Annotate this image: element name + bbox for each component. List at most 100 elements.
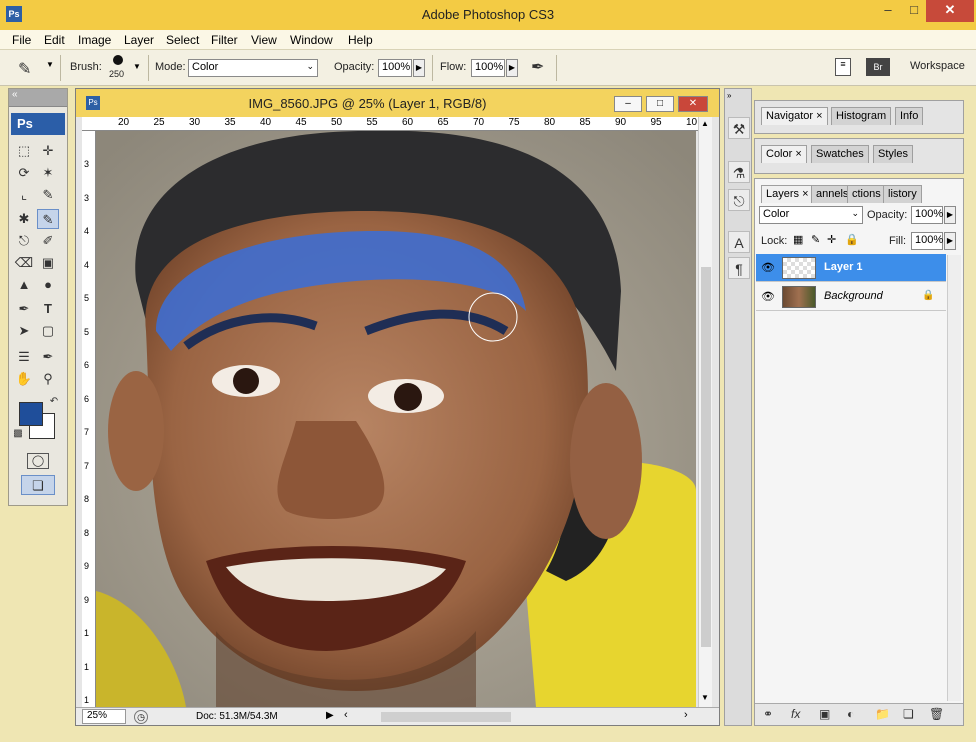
eyedropper-tool-icon[interactable]: ✒	[37, 347, 59, 367]
delete-layer-icon[interactable]: 🗑	[929, 707, 944, 721]
brushes-icon[interactable]: ⚗	[728, 161, 750, 183]
layer-name[interactable]: Background	[824, 290, 883, 302]
document-title-bar[interactable]: Ps IMG_8560.JPG @ 25% (Layer 1, RGB/8) –…	[76, 89, 719, 117]
notes-tool-icon[interactable]: ☰	[13, 347, 35, 367]
new-group-icon[interactable]: 📁	[875, 707, 890, 721]
vertical-scrollbar[interactable]: ▲ ▼	[698, 117, 712, 707]
screen-mode-icon[interactable]: ❏	[21, 475, 55, 495]
layer-row-layer-1[interactable]: 👁 Layer 1	[756, 254, 946, 282]
menu-help[interactable]: Help	[348, 33, 373, 47]
eraser-tool-icon[interactable]: ⌫	[13, 253, 35, 273]
clone-source-icon[interactable]: ⎋	[728, 189, 750, 211]
tab-color[interactable]: Color ×	[761, 145, 807, 163]
menu-edit[interactable]: Edit	[44, 33, 65, 47]
status-clock-icon[interactable]: ◷	[134, 710, 148, 724]
tab-actions[interactable]: ctions	[847, 185, 886, 203]
lock-position-icon[interactable]: ✛	[827, 233, 836, 246]
flow-input[interactable]: 100%	[471, 59, 505, 77]
scroll-left-icon[interactable]: ‹	[344, 709, 348, 721]
character-icon[interactable]: A	[728, 231, 750, 253]
status-menu-arrow-icon[interactable]: ▶	[326, 710, 334, 721]
lock-image-icon[interactable]: ✎	[811, 233, 820, 246]
brush-picker-arrow-icon[interactable]: ▼	[133, 62, 141, 71]
workspace-button[interactable]: Workspace	[910, 60, 965, 72]
mode-select[interactable]: Color ⌄	[188, 59, 318, 77]
visibility-eye-icon[interactable]: 👁	[759, 288, 777, 306]
crop-tool-icon[interactable]: ⌞	[13, 185, 35, 205]
layer-mask-icon[interactable]: ▣	[819, 707, 830, 721]
layers-scrollbar[interactable]	[947, 255, 961, 701]
image-canvas[interactable]	[96, 131, 696, 707]
scroll-right-icon[interactable]: ›	[684, 709, 688, 721]
slice-tool-icon[interactable]: ✎	[37, 185, 59, 205]
menu-file[interactable]: File	[12, 33, 31, 47]
zoom-level-input[interactable]: 25%	[82, 709, 126, 724]
blend-mode-select[interactable]: Color ⌄	[759, 206, 863, 224]
preset-picker-arrow-icon[interactable]: ▼	[46, 60, 54, 69]
airbrush-icon[interactable]: ✒	[531, 57, 544, 77]
document-close-button[interactable]: ✕	[678, 96, 708, 112]
maximize-button[interactable]: □	[902, 0, 926, 22]
default-colors-icon[interactable]: ▩	[11, 427, 25, 441]
zoom-tool-icon[interactable]: ⚲	[37, 369, 59, 389]
brush-tool-icon[interactable]: ✎	[37, 209, 59, 229]
menu-window[interactable]: Window	[290, 33, 333, 47]
opacity-input[interactable]: 100%	[378, 59, 412, 77]
scroll-down-icon[interactable]: ▼	[701, 693, 709, 702]
foreground-color-swatch[interactable]	[19, 402, 43, 426]
palette-well-icon[interactable]: ≡	[835, 58, 851, 76]
toolbox-header[interactable]: «	[9, 89, 67, 107]
tab-styles[interactable]: Styles	[873, 145, 913, 163]
marquee-tool-icon[interactable]: ⬚	[13, 141, 35, 161]
brush-tool-preset-icon[interactable]: ✎	[18, 59, 31, 79]
horizontal-scroll-thumb[interactable]	[381, 712, 511, 722]
layer-opacity-arrow-icon[interactable]: ▶	[944, 206, 956, 224]
swap-colors-icon[interactable]: ↶	[47, 395, 61, 409]
layer-opacity-input[interactable]: 100%	[911, 206, 943, 224]
fill-arrow-icon[interactable]: ▶	[944, 232, 956, 250]
close-button[interactable]: ✕	[926, 0, 974, 22]
tab-swatches[interactable]: Swatches	[811, 145, 869, 163]
brush-tip-icon[interactable]	[113, 55, 123, 65]
fill-input[interactable]: 100%	[911, 232, 943, 250]
path-selection-tool-icon[interactable]: ➤	[13, 321, 35, 341]
tab-histogram[interactable]: Histogram	[831, 107, 892, 125]
lock-all-icon[interactable]: 🔒	[845, 233, 859, 246]
paragraph-icon[interactable]: ¶	[728, 257, 750, 279]
menu-select[interactable]: Select	[166, 33, 199, 47]
bridge-icon[interactable]: Br	[866, 58, 890, 76]
menu-view[interactable]: View	[251, 33, 277, 47]
tab-info[interactable]: Info	[895, 107, 924, 125]
lock-transparent-icon[interactable]: ▦	[793, 233, 803, 246]
blur-tool-icon[interactable]: ▲	[13, 275, 35, 295]
gradient-tool-icon[interactable]: ▣	[37, 253, 59, 273]
clone-stamp-tool-icon[interactable]: ⎋	[13, 231, 35, 251]
tab-history[interactable]: listory	[883, 185, 922, 203]
history-brush-tool-icon[interactable]: ✐	[37, 231, 59, 251]
link-layers-icon[interactable]: ⚭	[763, 707, 773, 721]
move-tool-icon[interactable]: ✛	[37, 141, 59, 161]
type-tool-icon[interactable]: T	[37, 299, 59, 319]
scroll-up-icon[interactable]: ▲	[701, 119, 709, 128]
pen-tool-icon[interactable]: ✒	[13, 299, 35, 319]
document-minimize-button[interactable]: –	[614, 96, 642, 112]
menu-image[interactable]: Image	[78, 33, 111, 47]
hand-tool-icon[interactable]: ✋	[13, 369, 35, 389]
menu-filter[interactable]: Filter	[211, 33, 238, 47]
vertical-scroll-thumb[interactable]	[701, 267, 711, 647]
dodge-tool-icon[interactable]: ●	[37, 275, 59, 295]
layer-style-icon[interactable]: fx	[791, 707, 800, 721]
tool-presets-icon[interactable]: ⚒	[728, 117, 750, 139]
healing-brush-tool-icon[interactable]: ✱	[13, 209, 35, 229]
quick-mask-icon[interactable]: ◯	[27, 453, 49, 469]
new-layer-icon[interactable]: ❏	[903, 707, 914, 721]
tab-navigator[interactable]: Navigator ×	[761, 107, 828, 125]
tab-layers[interactable]: Layers ×	[761, 185, 814, 203]
layer-row-background[interactable]: 👁 Background 🔒	[756, 283, 946, 311]
layer-name[interactable]: Layer 1	[824, 261, 863, 273]
flow-slider-arrow-icon[interactable]: ▶	[506, 59, 518, 77]
opacity-slider-arrow-icon[interactable]: ▶	[413, 59, 425, 77]
menu-layer[interactable]: Layer	[124, 33, 154, 47]
magic-wand-tool-icon[interactable]: ✶	[37, 163, 59, 183]
minimize-button[interactable]: –	[874, 0, 902, 22]
